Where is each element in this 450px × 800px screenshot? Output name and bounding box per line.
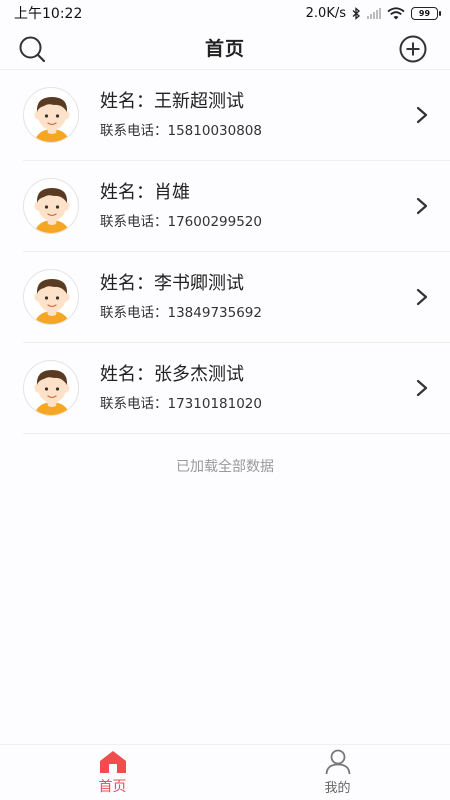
contact-list: 姓名：王新超测试 联系电话：15810030808 姓名：肖雄 联系电话：176… [0, 70, 450, 434]
avatar [23, 178, 79, 234]
contact-name: 姓名：肖雄 [100, 182, 190, 203]
contact-info: 姓名：李书卿测试 联系电话：13849735692 [100, 272, 262, 322]
user-icon [325, 749, 350, 775]
signal-icon [367, 7, 381, 19]
status-bar: 上午10:22 2.0K/s 99 [0, 0, 450, 26]
contact-phone: 联系电话：13849735692 [100, 305, 262, 321]
chevron-right-icon [416, 106, 428, 124]
avatar-boy-icon [34, 97, 70, 142]
home-icon [99, 750, 126, 773]
search-icon [19, 36, 46, 63]
avatar-boy-icon [34, 279, 70, 324]
contact-list-item[interactable]: 姓名：张多杰测试 联系电话：17310181020 [23, 343, 450, 434]
list-end-message: 已加载全部数据 [176, 459, 274, 475]
contact-phone: 联系电话：17600299520 [100, 214, 262, 230]
avatar [23, 87, 79, 143]
bottom-tab-bar: 首页 我的 [0, 744, 450, 800]
chevron-right-icon [416, 379, 428, 397]
tab-profile-label: 我的 [324, 781, 351, 796]
search-button[interactable] [17, 34, 47, 64]
chevron-right-icon [416, 288, 428, 306]
avatar [23, 269, 79, 325]
add-contact-button[interactable] [398, 34, 428, 64]
add-circle-icon [399, 35, 427, 63]
status-time: 上午10:22 [14, 6, 83, 22]
tab-profile[interactable]: 我的 [225, 745, 450, 800]
contact-list-item[interactable]: 姓名：王新超测试 联系电话：15810030808 [23, 70, 450, 161]
avatar-boy-icon [34, 188, 70, 233]
bluetooth-icon [352, 6, 360, 20]
contact-list-item[interactable]: 姓名：肖雄 联系电话：17600299520 [23, 161, 450, 252]
contact-name: 姓名：王新超测试 [100, 91, 244, 112]
contact-name: 姓名：李书卿测试 [100, 273, 244, 294]
tab-home[interactable]: 首页 [0, 745, 225, 800]
avatar-boy-icon [34, 370, 70, 415]
contact-name: 姓名：张多杰测试 [100, 364, 244, 385]
avatar [23, 360, 79, 416]
page-title: 首页 [204, 38, 245, 60]
battery-icon: 99 [411, 6, 441, 20]
app-header: 首页 [0, 26, 450, 70]
status-indicators: 2.0K/s 99 [305, 5, 441, 21]
network-speed: 2.0K/s [305, 5, 346, 21]
contact-phone: 联系电话：15810030808 [100, 123, 262, 139]
tab-home-label: 首页 [98, 778, 127, 795]
contact-list-item[interactable]: 姓名：李书卿测试 联系电话：13849735692 [23, 252, 450, 343]
contact-info: 姓名：肖雄 联系电话：17600299520 [100, 181, 262, 231]
wifi-icon [387, 6, 405, 19]
contact-phone: 联系电话：17310181020 [100, 396, 262, 412]
contact-info: 姓名：张多杰测试 联系电话：17310181020 [100, 363, 262, 413]
contact-info: 姓名：王新超测试 联系电话：15810030808 [100, 90, 262, 140]
chevron-right-icon [416, 197, 428, 215]
battery-level: 99 [418, 8, 431, 18]
